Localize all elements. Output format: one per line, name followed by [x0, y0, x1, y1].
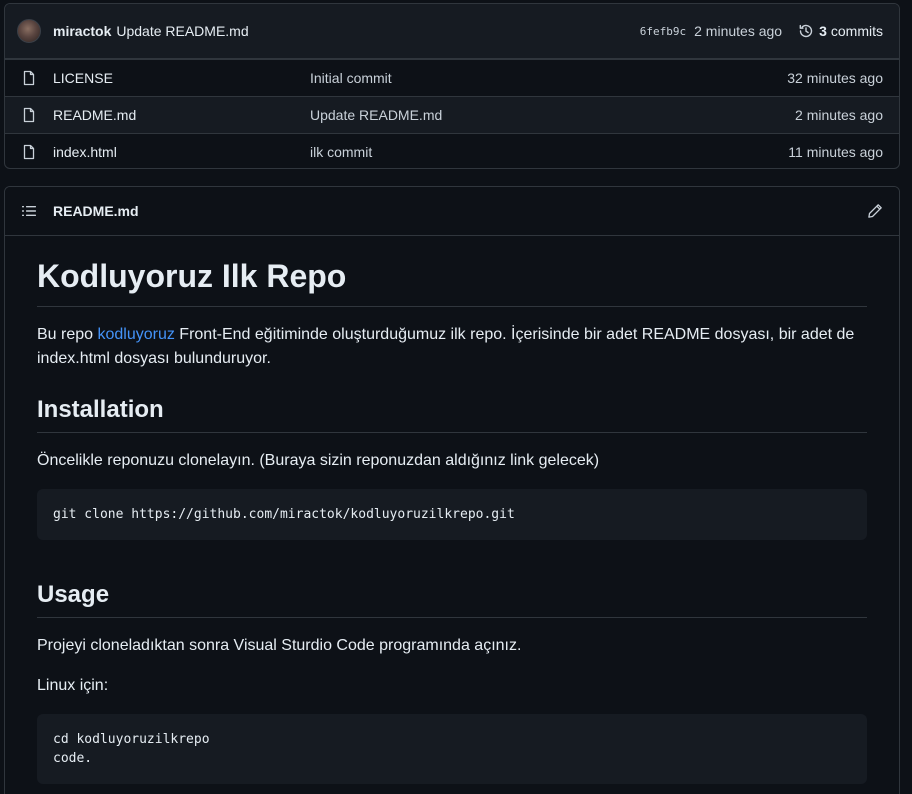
readme-title-heading: Kodluyoruz Ilk Repo [37, 256, 867, 307]
history-icon [799, 24, 813, 38]
author-avatar[interactable] [17, 19, 41, 43]
pencil-icon[interactable] [867, 203, 883, 219]
readme-header: README.md [5, 187, 899, 236]
file-row[interactable]: README.md Update README.md 2 minutes ago [5, 96, 899, 133]
commit-sha[interactable]: 6fefb9c [640, 25, 686, 38]
file-commit-message[interactable]: ilk commit [310, 144, 788, 160]
commits-label: commits [830, 23, 883, 39]
file-row[interactable]: LICENSE Initial commit 32 minutes ago [5, 59, 899, 96]
file-commit-message[interactable]: Update README.md [310, 107, 795, 123]
readme-file-label[interactable]: README.md [53, 203, 139, 219]
usage-code-block[interactable]: cd kodluyoruzilkrepo code. [37, 714, 867, 784]
installation-code-block[interactable]: git clone https://github.com/miractok/ko… [37, 489, 867, 540]
installation-heading: Installation [37, 395, 867, 433]
file-icon [21, 107, 37, 123]
commit-message[interactable]: Update README.md [116, 23, 248, 39]
file-browser: miractok Update README.md 6fefb9c 2 minu… [4, 3, 900, 169]
commits-count: 3 [819, 23, 827, 39]
installation-text: Öncelikle reponuzu clonelayın. (Buraya s… [37, 452, 600, 469]
file-commit-time: 2 minutes ago [795, 107, 883, 123]
file-commit-message[interactable]: Initial commit [310, 70, 787, 86]
file-row[interactable]: index.html ilk commit 11 minutes ago [5, 133, 899, 168]
usage-heading: Usage [37, 580, 867, 618]
file-name[interactable]: LICENSE [53, 70, 310, 86]
latest-commit-bar: miractok Update README.md 6fefb9c 2 minu… [5, 4, 899, 59]
kodluyoruz-link[interactable]: kodluyoruz [97, 326, 174, 343]
commit-author[interactable]: miractok [53, 23, 111, 39]
file-name[interactable]: README.md [53, 107, 310, 123]
file-icon [21, 144, 37, 160]
readme-intro: Bu repo kodluyoruz Front-End eğitiminde … [37, 326, 855, 367]
file-commit-time: 32 minutes ago [787, 70, 883, 86]
commit-history-link[interactable]: 3 commits [798, 23, 883, 39]
file-icon [21, 70, 37, 86]
list-icon[interactable] [21, 203, 37, 219]
readme-panel: README.md Kodluyoruz Ilk Repo Bu repo ko… [4, 186, 900, 794]
commit-time: 2 minutes ago [694, 23, 783, 39]
readme-content: Kodluyoruz Ilk Repo Bu repo kodluyoruz F… [5, 236, 899, 784]
file-commit-time: 11 minutes ago [788, 144, 883, 160]
file-name[interactable]: index.html [53, 144, 310, 160]
usage-text: Projeyi cloneladıktan sonra Visual Sturd… [37, 637, 522, 654]
linux-text: Linux için: [37, 677, 109, 694]
